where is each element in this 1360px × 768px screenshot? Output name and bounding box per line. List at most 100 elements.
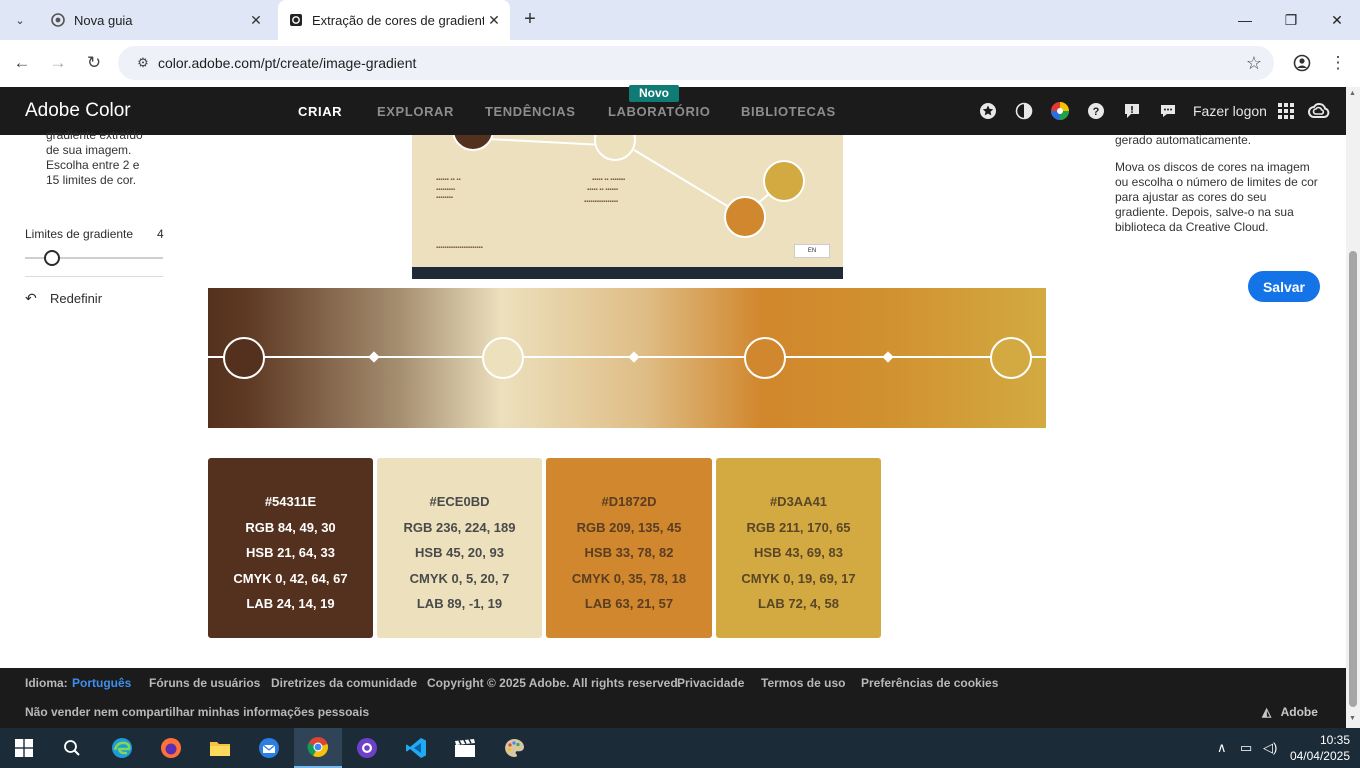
new-tab-button[interactable]: +: [518, 8, 542, 32]
browser-menu-icon[interactable]: ⋮: [1325, 50, 1351, 76]
image-content: ▪▪▪▪▪ ▪▪ ▪▪▪▪▪▪▪: [592, 177, 626, 183]
feedback-icon[interactable]: [1158, 101, 1178, 121]
nav-laboratorio[interactable]: LABORATÓRIO: [608, 104, 710, 119]
divider: [25, 276, 163, 277]
adobe-logo-text: Adobe: [1280, 705, 1318, 719]
favorites-star-icon[interactable]: [978, 101, 998, 121]
gradient-stop-1[interactable]: [223, 337, 265, 379]
undo-icon: ↶: [25, 290, 37, 306]
forward-button[interactable]: →: [45, 50, 71, 76]
github-desktop-icon[interactable]: [343, 728, 391, 768]
scrollbar-thumb[interactable]: [1349, 251, 1357, 707]
close-icon[interactable]: ✕: [484, 10, 504, 30]
tab-search-button[interactable]: ⌄: [6, 6, 34, 34]
chrome-taskbar-icon[interactable]: [294, 728, 342, 768]
bookmark-star-icon[interactable]: ☆: [1246, 53, 1262, 74]
thunderbird-icon[interactable]: [245, 728, 293, 768]
adobe-footer-logo[interactable]: ◭ Adobe: [1262, 705, 1318, 719]
nav-bibliotecas[interactable]: BIBLIOTECAS: [741, 104, 836, 119]
tray-chevron-icon[interactable]: ∧: [1217, 740, 1227, 756]
swatch-hex: #ECE0BD: [429, 494, 490, 509]
help-text-instructions: Mova os discos de cores na imagem ou esc…: [1115, 160, 1318, 234]
gradient-stop-4[interactable]: [990, 337, 1032, 379]
swatch-cmyk: CMYK 0, 19, 69, 17: [741, 570, 856, 586]
page-scrollbar[interactable]: ▲ ▼: [1346, 87, 1360, 728]
close-window-button[interactable]: ✕: [1314, 0, 1360, 40]
scroll-up-arrow-icon[interactable]: ▲: [1349, 90, 1356, 97]
tab-title: Extração de cores de gradiente: [312, 12, 484, 28]
profile-icon[interactable]: [1289, 50, 1315, 76]
color-disc-4[interactable]: [763, 160, 805, 202]
swatch-hsb: HSB 43, 69, 83: [754, 545, 843, 560]
reset-button[interactable]: ↶ Redefinir: [25, 290, 102, 307]
color-wheel-icon[interactable]: [1050, 101, 1070, 121]
clapperboard-icon[interactable]: [441, 728, 489, 768]
swatch-rgb: RGB 84, 49, 30: [245, 519, 336, 535]
footer-link-guidelines[interactable]: Diretrizes da comunidade: [271, 676, 417, 690]
gradient-stop-2[interactable]: [482, 337, 524, 379]
firefox-icon[interactable]: [147, 728, 195, 768]
footer-link-terms[interactable]: Termos de uso: [761, 676, 845, 690]
clock-date: 04/04/2025: [1289, 749, 1350, 763]
help-icon[interactable]: ?: [1086, 101, 1106, 121]
system-clock[interactable]: 10:35 04/04/2025: [1288, 732, 1350, 764]
color-disc-2[interactable]: [594, 135, 636, 161]
color-swatch-2[interactable]: #ECE0BD RGB 236, 224, 189 HSB 45, 20, 93…: [377, 458, 542, 638]
image-content: ▪▪▪▪▪▪▪▪: [436, 195, 454, 201]
gradient-stop-3[interactable]: [744, 337, 786, 379]
nav-criar[interactable]: CRIAR: [298, 104, 342, 119]
search-icon[interactable]: [48, 728, 96, 768]
login-link[interactable]: Fazer logon: [1193, 103, 1267, 119]
browser-toolbar: ← → ↻ ⚙ color.adobe.com/pt/create/image-…: [0, 40, 1360, 87]
color-swatch-4[interactable]: #D3AA41 RGB 211, 170, 65 HSB 43, 69, 83 …: [716, 458, 881, 638]
address-bar[interactable]: ⚙ color.adobe.com/pt/create/image-gradie…: [118, 46, 1274, 80]
tab-adobe-color[interactable]: Extração de cores de gradiente ✕: [278, 0, 510, 40]
site-info-icon[interactable]: ⚙: [128, 55, 158, 71]
browser-tabstrip: ⌄ Nova guia ✕ Extração de cores de gradi…: [0, 0, 1360, 40]
swatch-hex: #D3AA41: [769, 494, 828, 509]
scroll-down-arrow-icon[interactable]: ▼: [1349, 715, 1356, 722]
color-swatch-3[interactable]: #D1872D RGB 209, 135, 45 HSB 33, 78, 82 …: [546, 458, 712, 638]
swatch-rgb: RGB 209, 135, 45: [576, 519, 682, 535]
language-selector[interactable]: Português: [72, 676, 131, 690]
footer-link-cookies[interactable]: Preferências de cookies: [861, 676, 998, 690]
brand-title[interactable]: Adobe Color: [25, 100, 131, 122]
nav-tendencias[interactable]: TENDÊNCIAS: [485, 104, 576, 119]
save-button[interactable]: Salvar: [1248, 271, 1320, 302]
windows-start-icon[interactable]: [0, 728, 48, 768]
windows-taskbar: ∧ ▭ ◁) 10:35 04/04/2025: [0, 728, 1360, 768]
image-content: ▪▪▪▪▪▪▪▪▪: [436, 187, 456, 193]
swatch-hex: #D1872D: [601, 494, 657, 509]
gradient-stops-slider-handle[interactable]: [44, 250, 60, 266]
edge-icon[interactable]: [98, 728, 146, 768]
page-footer: Idioma: Português Fóruns de usuários Dir…: [0, 668, 1346, 728]
image-content: ▪▪▪▪▪▪▪▪▪▪▪▪▪▪▪▪: [584, 199, 619, 205]
language-label: Idioma:: [25, 676, 68, 690]
contrast-icon[interactable]: [1014, 101, 1034, 121]
footer-link-privacy[interactable]: Privacidade: [677, 676, 744, 690]
url-text: color.adobe.com/pt/create/image-gradient: [158, 55, 417, 71]
paint-palette-icon[interactable]: [490, 728, 538, 768]
swatch-cmyk: CMYK 0, 5, 20, 7: [409, 570, 510, 586]
network-icon[interactable]: ▭: [1240, 740, 1252, 756]
alert-icon[interactable]: [1122, 101, 1142, 121]
tab-new-tab[interactable]: Nova guia ✕: [40, 0, 272, 40]
source-image-preview[interactable]: ▪▪▪▪▪▪ ▪▪ ▪▪ ▪▪▪▪▪▪▪▪▪ ▪▪▪▪▪▪▪▪ ▪▪▪▪▪ ▪▪…: [412, 135, 843, 279]
nav-explorar[interactable]: EXPLORAR: [377, 104, 454, 119]
color-disc-3[interactable]: [724, 196, 766, 238]
reload-button[interactable]: ↻: [81, 50, 107, 76]
color-swatch-1[interactable]: #54311E RGB 84, 49, 30 HSB 21, 64, 33 CM…: [208, 458, 373, 638]
minimize-button[interactable]: —: [1222, 0, 1268, 40]
creative-cloud-icon[interactable]: [1308, 101, 1330, 121]
file-explorer-icon[interactable]: [196, 728, 244, 768]
color-disc-1[interactable]: [452, 135, 494, 151]
maximize-button[interactable]: ❐: [1268, 0, 1314, 40]
vscode-icon[interactable]: [392, 728, 440, 768]
close-icon[interactable]: ✕: [246, 10, 266, 30]
back-button[interactable]: ←: [9, 50, 35, 76]
new-badge: Novo: [629, 85, 679, 102]
footer-link-forums[interactable]: Fóruns de usuários: [149, 676, 260, 690]
apps-grid-icon[interactable]: [1276, 101, 1296, 121]
footer-link-do-not-sell[interactable]: Não vender nem compartilhar minhas infor…: [25, 705, 369, 719]
volume-icon[interactable]: ◁): [1263, 740, 1277, 756]
